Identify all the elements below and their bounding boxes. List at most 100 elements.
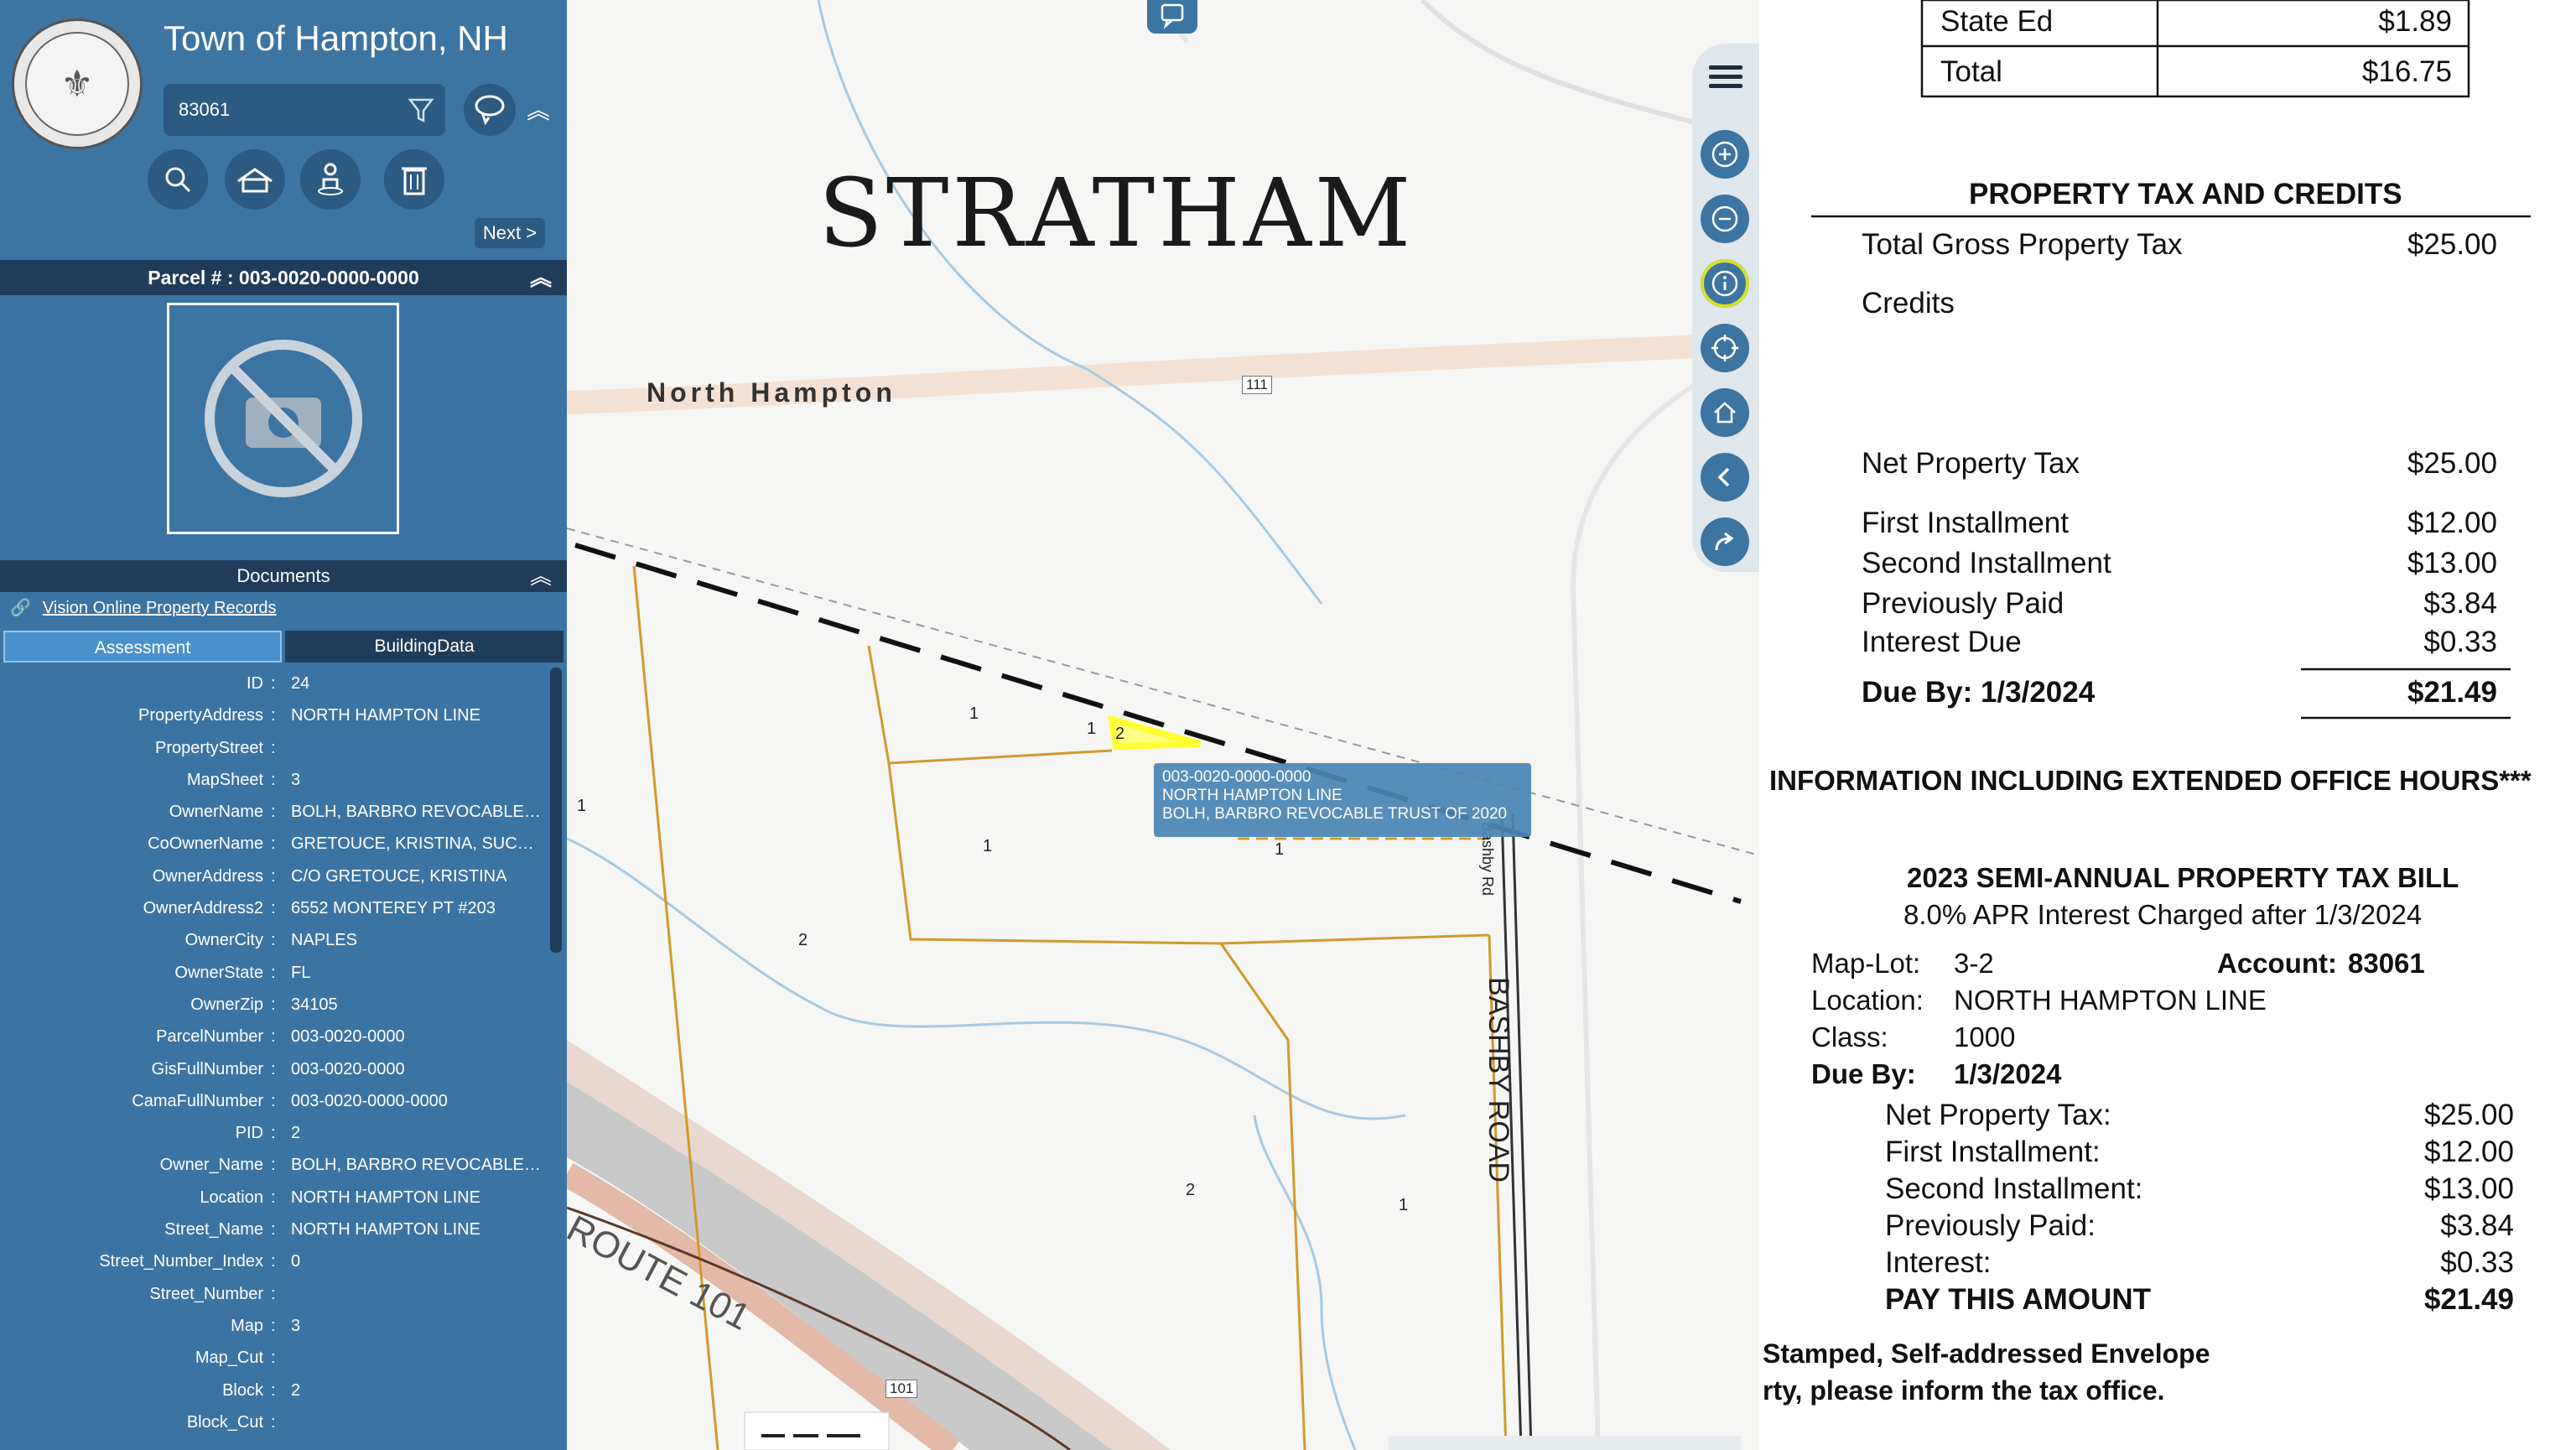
map-view[interactable]: STRATHAM North Hampton 111 101 ROUTE 101… [567,0,1759,1450]
stub-prev-label: Previously Paid: [1885,1209,2096,1242]
stub-second-value: $13.00 [2423,1172,2514,1205]
field-colon: : [271,931,276,950]
collapse-parcel-icon[interactable]: ︽ [530,260,552,295]
search-icon[interactable] [148,149,208,210]
lot-label: 1 [1087,720,1097,738]
second-value: $13.00 [2407,547,2497,579]
field-key: PropertyAddress [138,706,263,725]
field-row: Owner_Name: BOLH, BARBRO REVOCABLE T... [0,1149,550,1181]
field-key: ID [247,674,263,693]
field-value: GRETOUCE, KRISTINA, SUCC T... [291,834,543,854]
stub-second-label: Second Installment: [1885,1172,2143,1205]
identify-info-icon[interactable] [1701,259,1749,308]
no-camera-icon [204,340,362,497]
field-row: Street_Name: NORTH HAMPTON LINE [0,1214,550,1245]
locate-crosshair-icon[interactable] [1701,324,1749,372]
maplot-label: Map-Lot: [1811,948,1921,979]
field-key: Block [222,1380,263,1400]
field-row: OwnerAddress: C/O GRETOUCE, KRISTINA [0,860,550,892]
collapse-documents-icon[interactable]: ︽ [530,560,552,592]
lot-label: 1 [1275,840,1285,859]
parcel-popup[interactable]: 003-0020-0000-0000 NORTH HAMPTON LINE BO… [1154,763,1531,837]
field-key: ParcelNumber [156,1027,263,1047]
side-panel: ⚜ Town of Hampton, NH ︽ Next > Parcel # … [0,0,569,1450]
due-value: $21.49 [2407,676,2497,709]
class-label: Class: [1811,1021,1888,1052]
lot-label: 2 [1115,725,1125,743]
next-button[interactable]: Next > [475,218,545,248]
parcel-title-bar[interactable]: Parcel # : 003-0020-0000-0000 ︽ [0,260,567,295]
popup-owner: BOLH, BARBRO REVOCABLE TRUST OF 2020 [1162,805,1508,823]
search-box[interactable] [164,84,445,136]
back-chevron-icon[interactable] [1701,453,1749,502]
map-label-bashby-road: BASHBY ROAD [1483,977,1514,1183]
field-key: OwnerAddress [152,866,263,886]
popup-parcel-id: 003-0020-0000-0000 [1162,768,1311,786]
lasso-select-icon[interactable] [464,84,516,136]
collapse-header-icon[interactable]: ︽ [527,92,550,126]
field-key: Map_Cut [195,1349,263,1368]
field-colon: : [271,866,276,886]
map-label-town: STRATHAM [818,159,1415,268]
lot-label: 1 [1399,1196,1409,1214]
field-colon: : [271,1027,276,1047]
field-key: OwnerState [174,963,263,982]
share-arrow-icon[interactable] [1701,517,1749,566]
stub-pay-label: PAY THIS AMOUNT [1885,1283,2151,1316]
net-value: $25.00 [2407,447,2497,480]
field-colon: : [271,1380,276,1400]
field-row: ParcelNumber:003-0020-0000 [0,1021,550,1052]
field-colon: : [271,1188,276,1207]
account-label: Account: [2217,948,2337,979]
menu-icon[interactable] [1709,60,1742,93]
prev-value: $3.84 [2423,587,2497,620]
field-value: 003-0020-0000 [291,1059,405,1078]
lot-label: 1 [969,704,979,723]
dueby-label: Due By: [1811,1058,1916,1089]
field-key: PID [235,1124,263,1143]
documents-bar[interactable]: Documents ︽ [0,560,567,592]
stub-pay-value: $21.49 [2423,1283,2514,1316]
field-colon: : [271,1284,276,1303]
second-label: Second Installment [1862,547,2111,579]
stub-net-value: $25.00 [2423,1099,2514,1131]
info-banner: INFORMATION INCLUDING EXTENDED OFFICE HO… [1769,765,2532,796]
field-key: PropertyStreet [155,738,263,757]
field-key: Owner_Name [159,1156,263,1175]
vision-link[interactable]: 🔗 Vision Online Property Records [10,597,277,618]
class-value: 1000 [1954,1021,2016,1052]
field-colon: : [271,803,276,822]
map-tool-rail [1692,44,1759,572]
footer-inform: rty, please inform the tax office. [1763,1375,2165,1406]
town-title: Town of Hampton, NH [164,18,508,58]
state-ed-value: $1.89 [2378,5,2452,38]
comment-button[interactable] [1147,0,1197,34]
state-ed-label: State Ed [1940,5,2054,38]
search-input[interactable] [177,96,390,124]
neighborhood-houses-icon[interactable] [225,149,285,210]
stub-prev-value: $3.84 [2440,1209,2514,1242]
abutters-person-icon[interactable] [300,149,361,210]
field-colon: : [271,1252,276,1271]
comment-icon [1161,3,1184,29]
first-value: $12.00 [2407,507,2497,539]
tab-building-data[interactable]: BuildingData [285,631,564,663]
town-seal-logo: ⚜ [12,18,143,149]
maplot-value: 3-2 [1954,948,1994,979]
field-row: Street_Number_Index:0 [0,1245,550,1277]
trash-icon[interactable] [384,149,444,210]
home-icon[interactable] [1701,388,1749,437]
field-value: 24 [291,674,310,693]
route-101-shield: 101 [886,1380,918,1398]
zoom-in-icon[interactable] [1701,130,1749,179]
field-value: NORTH HAMPTON LINE [291,706,480,725]
field-row: Map_Cut: [0,1342,550,1374]
tab-assessment[interactable]: Assessment [3,631,282,663]
first-label: First Installment [1862,507,2069,539]
filter-icon[interactable] [407,96,435,124]
vision-link-label[interactable]: Vision Online Property Records [43,599,277,617]
zoom-out-icon[interactable] [1701,195,1749,243]
stub-title: 2023 SEMI-ANNUAL PROPERTY TAX BILL [1907,862,2459,893]
field-row: CamaFullNumber:003-0020-0000-0000 [0,1085,550,1117]
fields-scrollbar[interactable] [550,668,562,953]
